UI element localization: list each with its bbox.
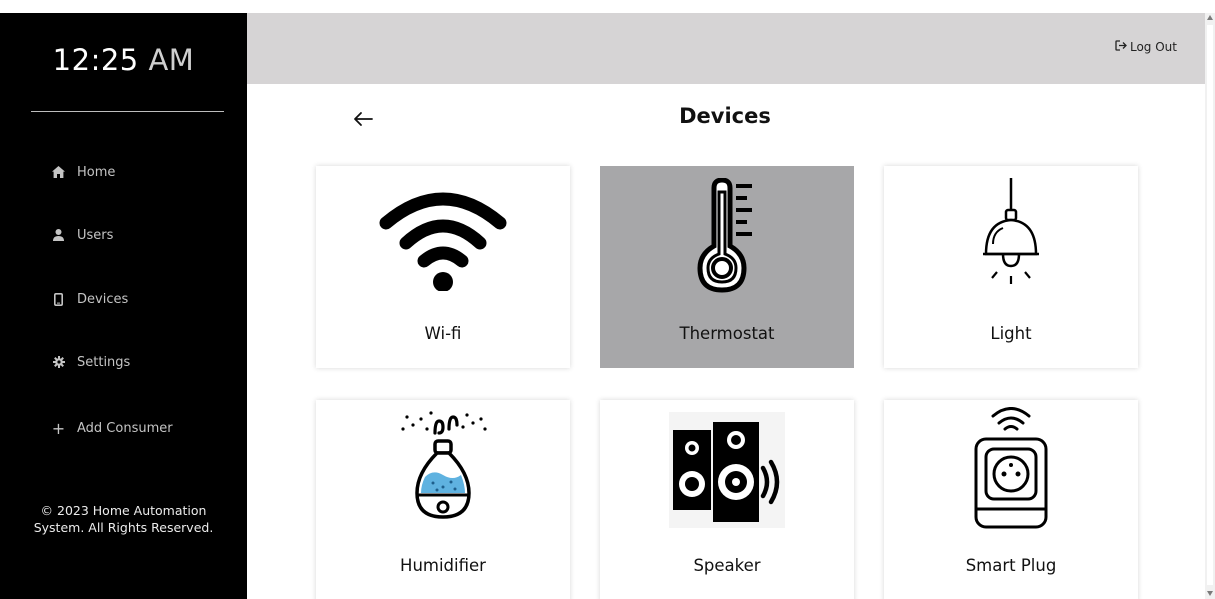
sidebar: 12:25 AM Home Users Devices Settings + A…	[0, 13, 247, 599]
device-card-label: Smart Plug	[965, 556, 1057, 575]
logout-label: Log Out	[1129, 40, 1177, 54]
window-top-strip	[0, 0, 1215, 13]
sidebar-item-label: Add Consumer	[77, 420, 173, 436]
device-card-label: Light	[990, 324, 1032, 343]
scrollbar-thumb[interactable]	[1207, 25, 1213, 585]
device-card-label: Thermostat	[679, 324, 775, 343]
device-card-speaker[interactable]: Speaker	[600, 400, 854, 599]
wifi-icon	[316, 166, 570, 306]
smart-plug-icon	[884, 400, 1138, 540]
lamp-icon	[884, 166, 1138, 306]
device-card-wifi[interactable]: Wi-fi	[316, 166, 570, 368]
device-card-humidifier[interactable]: Humidifier	[316, 400, 570, 599]
page-title: Devices	[679, 104, 771, 128]
speaker-icon	[600, 400, 854, 540]
copyright-line: © 2023 Home Automation	[40, 503, 207, 518]
page-scrollbar[interactable]	[1205, 13, 1215, 599]
logout-button[interactable]: Log Out	[1115, 40, 1177, 54]
sidebar-item-label: Users	[77, 227, 114, 243]
copyright-text: © 2023 Home Automation System. All Right…	[0, 502, 247, 536]
clock: 12:25 AM	[0, 43, 247, 77]
clock-ampm: AM	[148, 43, 195, 77]
humidifier-icon	[316, 400, 570, 540]
home-icon	[52, 166, 65, 179]
top-bar: Log Out	[247, 13, 1205, 84]
device-icon	[52, 292, 65, 306]
device-card-label: Wi-fi	[424, 324, 462, 343]
sidebar-item-home[interactable]: Home	[52, 157, 115, 187]
sidebar-item-add-consumer[interactable]: + Add Consumer	[52, 413, 173, 443]
plus-icon: +	[51, 418, 66, 438]
device-card-light[interactable]: Light	[884, 166, 1138, 368]
sidebar-item-users[interactable]: Users	[52, 220, 113, 250]
device-card-label: Humidifier	[400, 556, 486, 575]
thermometer-icon	[600, 166, 854, 306]
sidebar-item-settings[interactable]: Settings	[52, 347, 130, 377]
user-icon	[52, 229, 65, 242]
device-card-label: Speaker	[693, 556, 761, 575]
arrow-left-icon	[354, 112, 373, 126]
sidebar-divider	[31, 111, 224, 112]
scroll-up-arrow[interactable]	[1207, 15, 1213, 20]
scroll-down-arrow[interactable]	[1207, 591, 1213, 596]
copyright-line: System. All Rights Reserved.	[33, 520, 214, 535]
logout-icon	[1115, 40, 1130, 54]
gear-icon	[52, 356, 65, 369]
device-card-smart-plug[interactable]: Smart Plug	[884, 400, 1138, 599]
sidebar-item-label: Devices	[77, 291, 129, 307]
sidebar-item-label: Home	[77, 164, 116, 180]
device-card-thermostat[interactable]: Thermostat	[600, 166, 854, 368]
sidebar-item-devices[interactable]: Devices	[52, 284, 128, 314]
back-button[interactable]	[350, 106, 376, 132]
sidebar-item-label: Settings	[77, 354, 131, 370]
clock-time: 12:25	[52, 43, 139, 77]
